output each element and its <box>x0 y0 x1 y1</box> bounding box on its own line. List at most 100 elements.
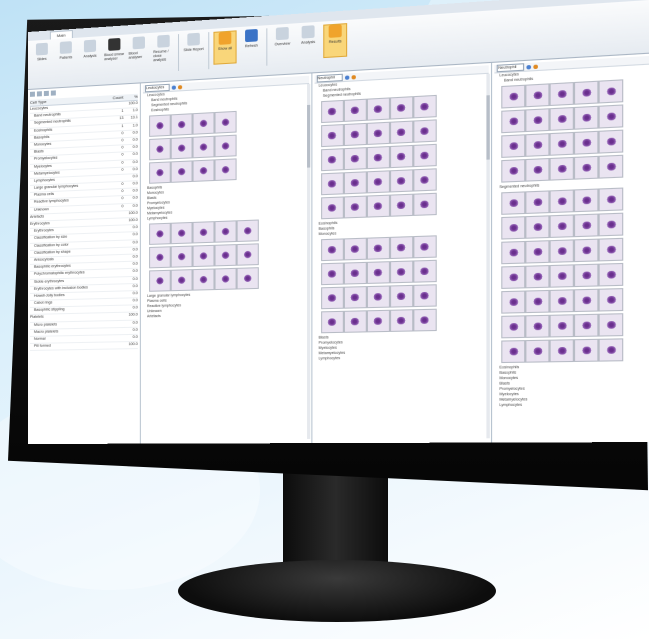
cell-thumbnail[interactable] <box>598 129 624 154</box>
ribbon-button-0[interactable]: Slides <box>32 42 52 73</box>
cell-thumbnail[interactable] <box>343 237 367 261</box>
cell-thumbnail[interactable] <box>412 119 437 143</box>
cell-thumbnail[interactable] <box>389 96 413 120</box>
cell-thumbnail[interactable] <box>501 315 526 339</box>
cell-thumbnail[interactable] <box>574 188 599 213</box>
cell-thumbnail[interactable] <box>549 156 575 181</box>
cell-thumbnail[interactable] <box>525 108 550 133</box>
cell-thumbnail[interactable] <box>170 113 193 136</box>
cell-thumbnail[interactable] <box>366 285 390 309</box>
tab-main[interactable]: Main <box>49 30 73 40</box>
cell-thumbnail[interactable] <box>214 267 237 291</box>
cell-thumbnail[interactable] <box>598 212 624 237</box>
cell-thumbnail[interactable] <box>549 106 575 131</box>
cell-thumbnail[interactable] <box>525 190 550 214</box>
zoom-icon[interactable] <box>171 84 176 90</box>
cell-thumbnail[interactable] <box>501 216 526 240</box>
ribbon-button-3[interactable]: Blood smear analyser <box>104 37 124 70</box>
cell-thumbnail[interactable] <box>598 262 624 287</box>
cell-thumbnail[interactable] <box>149 269 171 292</box>
col-percent[interactable]: % <box>123 94 138 101</box>
scrollbar[interactable] <box>486 73 491 439</box>
cell-thumbnail[interactable] <box>366 146 390 170</box>
cell-thumbnail[interactable] <box>320 124 344 148</box>
cell-thumbnail[interactable] <box>574 313 599 338</box>
expand-icon[interactable] <box>29 91 35 97</box>
cell-thumbnail[interactable] <box>214 110 237 134</box>
col-count[interactable]: Count <box>109 95 124 102</box>
color-icon[interactable] <box>351 74 356 80</box>
cell-thumbnail[interactable] <box>598 154 624 179</box>
ribbon-button-7[interactable]: Show all <box>213 30 237 65</box>
zoom-icon[interactable] <box>526 64 532 69</box>
ribbon-button-9[interactable]: Overview <box>272 26 293 60</box>
cell-thumbnail[interactable] <box>598 187 624 212</box>
cell-thumbnail[interactable] <box>236 267 259 290</box>
cell-thumbnail[interactable] <box>366 97 390 121</box>
cell-thumbnail[interactable] <box>549 81 575 107</box>
ribbon-button-1[interactable]: Patients <box>56 41 76 72</box>
cell-thumbnail[interactable] <box>549 289 575 313</box>
cell-thumbnail[interactable] <box>366 121 390 145</box>
cell-thumbnail[interactable] <box>525 339 550 363</box>
cell-thumbnail[interactable] <box>170 160 193 183</box>
cell-thumbnail[interactable] <box>598 313 624 337</box>
cell-thumbnail[interactable] <box>192 135 215 159</box>
cell-thumbnail[interactable] <box>501 240 526 265</box>
cell-thumbnail[interactable] <box>389 120 413 144</box>
cell-thumbnail[interactable] <box>412 308 437 332</box>
cell-thumbnail[interactable] <box>574 80 599 105</box>
ribbon-button-6[interactable]: Slide Report <box>183 32 204 64</box>
cell-thumbnail[interactable] <box>525 314 550 338</box>
cell-thumbnail[interactable] <box>574 238 599 263</box>
cell-thumbnail[interactable] <box>236 243 259 266</box>
cell-thumbnail[interactable] <box>366 261 390 284</box>
cell-thumbnail[interactable] <box>549 314 575 338</box>
cell-thumbnail[interactable] <box>525 215 550 239</box>
cell-thumbnail[interactable] <box>192 244 215 268</box>
cell-thumbnail[interactable] <box>412 168 437 192</box>
cell-thumbnail[interactable] <box>343 98 367 122</box>
cell-thumbnail[interactable] <box>525 83 550 108</box>
cell-thumbnail[interactable] <box>389 260 413 284</box>
cell-thumbnail[interactable] <box>320 238 344 262</box>
cell-thumbnail[interactable] <box>149 114 171 137</box>
cell-thumbnail[interactable] <box>320 286 344 310</box>
cell-thumbnail[interactable] <box>574 155 599 180</box>
cell-thumbnail[interactable] <box>343 195 367 219</box>
pin-icon[interactable] <box>50 90 56 96</box>
cell-thumbnail[interactable] <box>412 259 437 283</box>
cell-thumbnail[interactable] <box>214 158 237 181</box>
cell-thumbnail[interactable] <box>320 148 344 172</box>
ribbon-button-2[interactable]: Analysis <box>80 39 100 71</box>
cell-thumbnail[interactable] <box>412 284 437 308</box>
cell-thumbnail[interactable] <box>412 143 437 168</box>
cell-thumbnail[interactable] <box>343 286 367 309</box>
cell-thumbnail[interactable] <box>598 288 624 312</box>
cell-thumbnail[interactable] <box>149 246 171 269</box>
cell-thumbnail[interactable] <box>549 214 575 238</box>
ribbon-button-8[interactable]: Refresh <box>241 28 262 61</box>
collapse-icon[interactable] <box>36 91 42 97</box>
cell-thumbnail[interactable] <box>320 196 344 220</box>
cell-thumbnail[interactable] <box>366 170 390 194</box>
tree-node[interactable]: Lymphocytes <box>495 401 649 408</box>
table-row[interactable]: Pill formed 100.0 <box>29 342 138 352</box>
cell-thumbnail[interactable] <box>389 309 413 332</box>
cell-thumbnail[interactable] <box>412 94 437 119</box>
color-icon[interactable] <box>177 84 183 89</box>
cell-thumbnail[interactable] <box>574 288 599 313</box>
cell-thumbnail[interactable] <box>343 310 367 333</box>
cell-thumbnail[interactable] <box>214 244 237 267</box>
cell-thumbnail[interactable] <box>320 99 344 124</box>
ribbon-button-4[interactable]: Blood analyser <box>129 36 149 68</box>
cell-thumbnail[interactable] <box>320 262 344 286</box>
cell-thumbnail[interactable] <box>389 236 413 260</box>
cell-thumbnail[interactable] <box>525 133 550 157</box>
filter-select[interactable]: Neutrophil <box>497 63 525 73</box>
cell-thumbnail[interactable] <box>598 237 624 262</box>
cell-thumbnail[interactable] <box>366 236 390 260</box>
cell-thumbnail[interactable] <box>170 221 193 245</box>
filter-select[interactable]: Neutrophil <box>316 73 343 83</box>
cell-thumbnail[interactable] <box>525 289 550 314</box>
